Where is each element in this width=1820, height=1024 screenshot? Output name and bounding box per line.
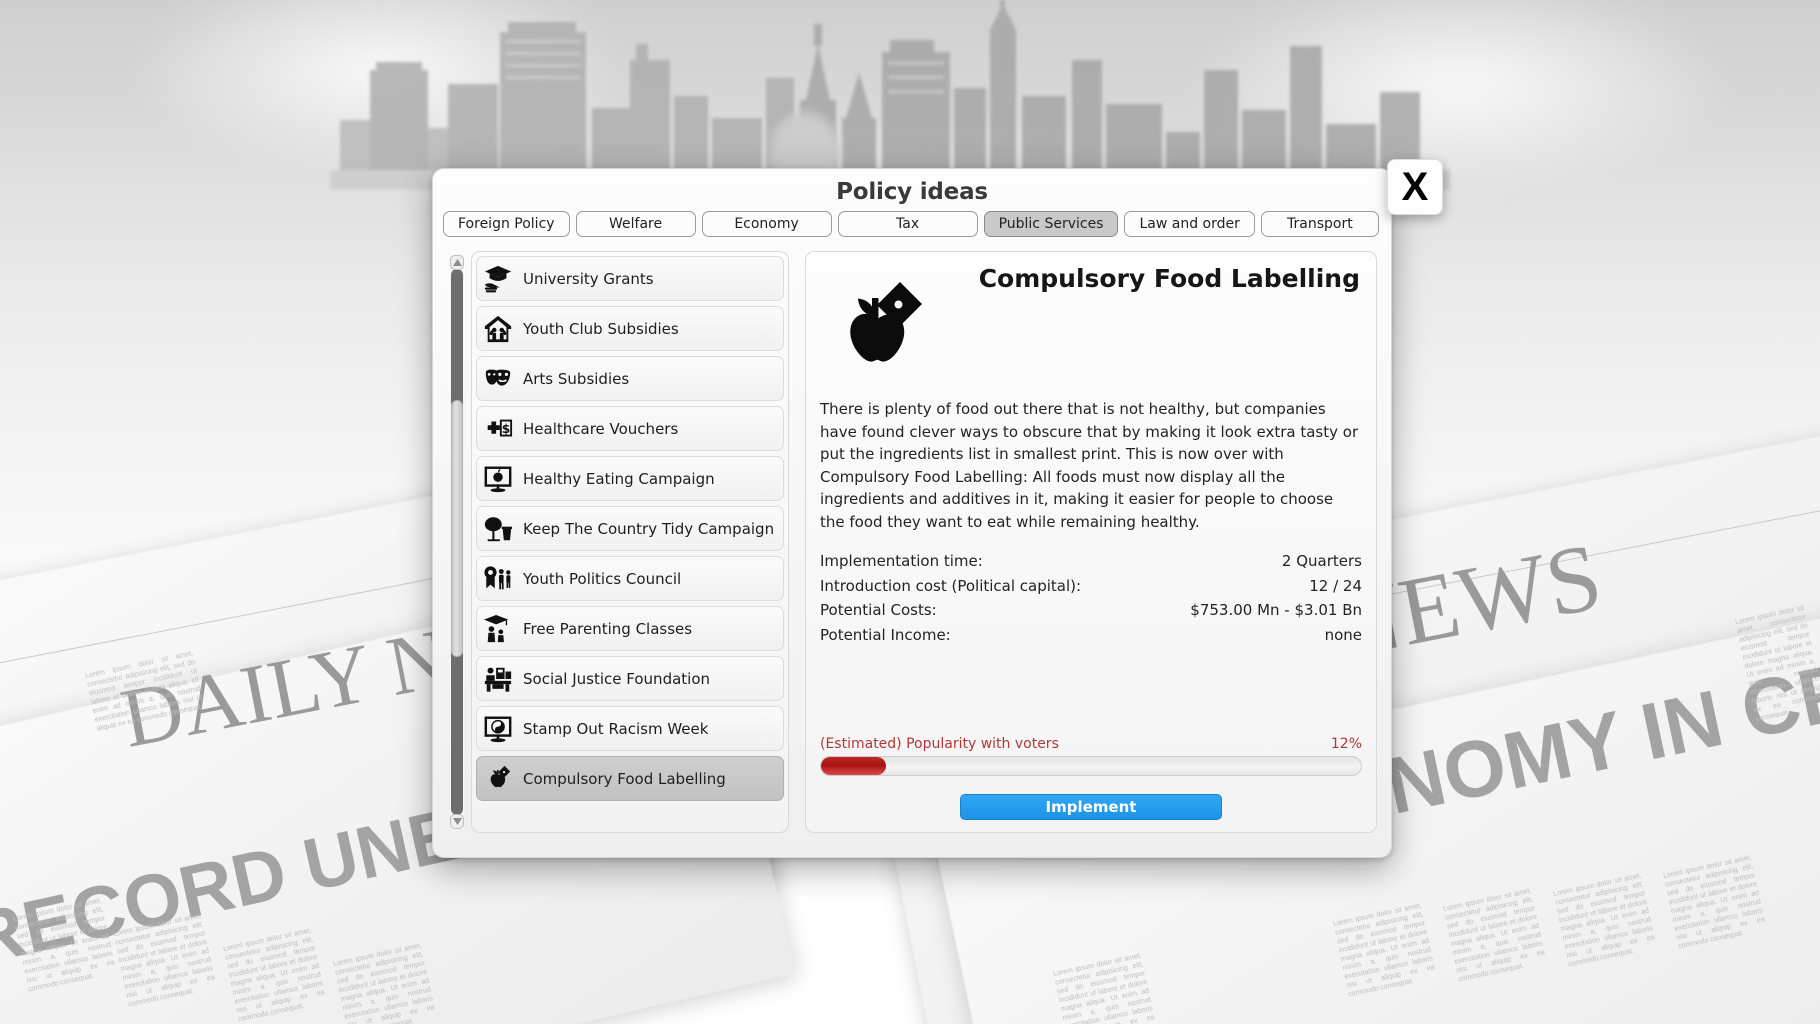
tab-label: Law and order: [1139, 216, 1240, 232]
policy-list-item-label: Stamp Out Racism Week: [523, 719, 709, 738]
scrollbar-track[interactable]: [451, 269, 463, 815]
policy-list-panel: University Grants Youth Club Subsidies A…: [471, 251, 789, 833]
page-title: Policy ideas: [836, 179, 988, 205]
policy-detail-title: Compulsory Food Labelling: [978, 264, 1360, 293]
policy-list-item-social-justice-foundation[interactable]: Social Justice Foundation: [476, 656, 784, 701]
policy-list-item-label: Compulsory Food Labelling: [523, 769, 726, 788]
tab-foreign-policy[interactable]: Foreign Policy: [443, 211, 570, 237]
popularity-progress-bar: [820, 756, 1362, 776]
policy-list-item-youth-politics-council[interactable]: Youth Politics Council: [476, 556, 784, 601]
tab-label: Foreign Policy: [458, 216, 555, 232]
policy-list-item-healthy-eating-campaign[interactable]: Healthy Eating Campaign: [476, 456, 784, 501]
scroll-down-button[interactable]: [450, 814, 464, 829]
stat-value: 12 / 24: [1309, 576, 1362, 595]
policy-list-item-compulsory-food-labelling[interactable]: Compulsory Food Labelling: [476, 756, 784, 801]
policy-list-item-label: Arts Subsidies: [523, 369, 630, 388]
tab-economy[interactable]: Economy: [701, 211, 832, 237]
popularity-meter: (Estimated) Popularity with voters 12%: [820, 736, 1362, 776]
apple-screen-icon: [481, 462, 515, 496]
policy-list-item-label: University Grants: [523, 269, 654, 288]
svg-text:$: $: [502, 421, 510, 435]
apple-tag-icon: [850, 282, 922, 362]
tab-label: Public Services: [998, 216, 1104, 232]
stat-row: Potential Income: none: [820, 626, 1362, 651]
popularity-header: (Estimated) Popularity with voters 12%: [820, 736, 1362, 752]
implement-button[interactable]: Implement: [960, 794, 1222, 820]
tab-label: Tax: [896, 216, 920, 232]
tab-tax[interactable]: Tax: [837, 211, 978, 237]
policy-description: There is plenty of food out there that i…: [820, 400, 1359, 531]
yinyang-screen-icon: [481, 712, 515, 746]
popularity-label: (Estimated) Popularity with voters: [820, 736, 1059, 752]
apple-tag-icon: [481, 762, 515, 796]
tab-welfare[interactable]: Welfare: [575, 211, 696, 237]
tab-transport[interactable]: Transport: [1260, 211, 1379, 237]
policy-list-item-arts-subsidies[interactable]: Arts Subsidies: [476, 356, 784, 401]
close-icon: X: [1401, 165, 1429, 209]
tab-public-services[interactable]: Public Services: [983, 211, 1119, 237]
theatre-masks-icon: [481, 362, 515, 396]
policy-ideas-dialog: Policy ideas X Foreign Policy Welfare Ec…: [432, 159, 1443, 858]
close-button[interactable]: X: [1387, 159, 1443, 215]
tree-bin-icon: [481, 512, 515, 546]
stat-value: $753.00 Mn - $3.01 Bn: [1190, 601, 1362, 619]
cross-dollar-icon: $: [481, 412, 515, 446]
youth-club-icon: [481, 312, 515, 346]
policy-list-item-label: Youth Club Subsidies: [523, 319, 679, 338]
triangle-up-icon: [452, 259, 462, 266]
rosette-people-icon: [481, 562, 515, 596]
policy-list-item-label: Healthy Eating Campaign: [523, 469, 715, 488]
tab-label: Transport: [1287, 216, 1353, 232]
tab-label: Welfare: [609, 216, 663, 232]
scroll-up-button[interactable]: [450, 255, 464, 270]
stat-row: Introduction cost (Political capital): 1…: [820, 577, 1362, 602]
policy-list-item-label: Free Parenting Classes: [523, 619, 693, 638]
desk-clerk-icon: [481, 662, 515, 696]
popularity-progress-fill: [821, 757, 886, 775]
implement-button-label: Implement: [1045, 798, 1137, 816]
policy-list-item-label: Healthcare Vouchers: [523, 419, 679, 438]
policy-list-item-healthcare-vouchers[interactable]: $ Healthcare Vouchers: [476, 406, 784, 451]
graduation-family-icon: [481, 612, 515, 646]
policy-list-item-keep-the-country-tidy-campaign[interactable]: Keep The Country Tidy Campaign: [476, 506, 784, 551]
policy-list-item-university-grants[interactable]: University Grants: [476, 256, 784, 301]
policy-list-item-free-parenting-classes[interactable]: Free Parenting Classes: [476, 606, 784, 651]
policy-list-item-stamp-out-racism-week[interactable]: Stamp Out Racism Week: [476, 706, 784, 751]
stat-label: Introduction cost (Political capital):: [820, 576, 1082, 595]
policy-list-item-label: Keep The Country Tidy Campaign: [523, 519, 775, 538]
stat-label: Potential Costs:: [820, 601, 937, 619]
stat-row: Potential Costs: $753.00 Mn - $3.01 Bn: [820, 601, 1362, 626]
popularity-value: 12%: [1330, 736, 1362, 752]
policy-list-item-label: Social Justice Foundation: [523, 669, 711, 688]
stat-value: 2 Quarters: [1281, 552, 1362, 570]
stat-label: Potential Income:: [820, 625, 951, 644]
tab-label: Economy: [734, 216, 799, 232]
policy-list-item-youth-club-subsidies[interactable]: Youth Club Subsidies: [476, 306, 784, 351]
tab-law-and-order[interactable]: Law and order: [1124, 211, 1255, 237]
triangle-down-icon: [452, 818, 462, 825]
policy-list-scrollbar[interactable]: [450, 255, 464, 829]
stat-label: Implementation time:: [820, 552, 983, 570]
policy-list[interactable]: University Grants Youth Club Subsidies A…: [476, 256, 784, 828]
category-tabs: Foreign Policy Welfare Economy Tax Publi…: [443, 211, 1381, 237]
policy-stats: Implementation time: 2 Quarters Introduc…: [820, 552, 1362, 650]
policy-list-item-label: Youth Politics Council: [523, 569, 682, 588]
scrollbar-thumb[interactable]: [451, 400, 463, 657]
stat-value: none: [1324, 625, 1362, 644]
stat-row: Implementation time: 2 Quarters: [820, 552, 1362, 577]
policy-detail-panel: Compulsory Food Labelling There is plent…: [805, 251, 1377, 833]
graduation-hand-icon: [481, 262, 515, 296]
